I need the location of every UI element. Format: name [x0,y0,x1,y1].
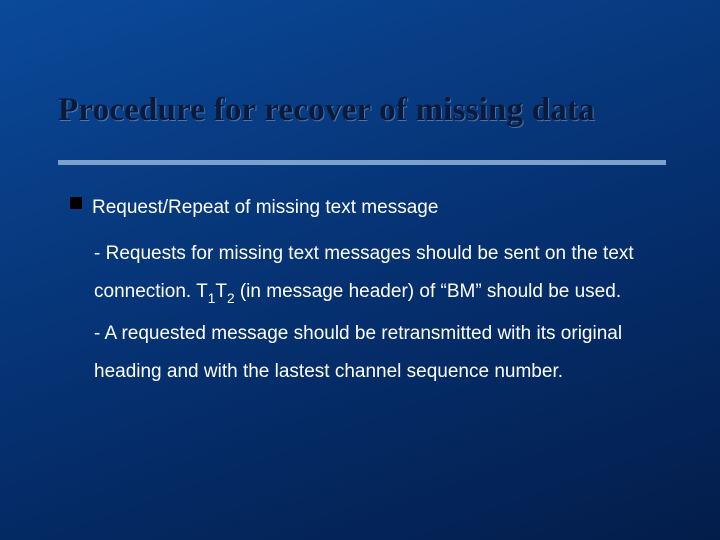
slide-content: Request/Repeat of missing text message ‐… [70,190,660,395]
para1-text-mid: T [215,281,227,302]
title-underline [58,160,666,165]
slide-title: Procedure for recover of missing data [58,92,680,129]
subscript-2: 2 [227,291,235,306]
sub-paragraph-1: ‐ Requests for missing text messages sho… [94,235,660,311]
bullet-item: Request/Repeat of missing text message [70,190,660,225]
sub-paragraph-2: ‐ A requested message should be retransm… [94,315,660,391]
slide: Procedure for recover of missing data Re… [0,0,720,540]
bullet-body: ‐ Requests for missing text messages sho… [94,235,660,391]
para1-text-post: (in message header) of “BM” should be us… [235,281,622,302]
bullet-heading: Request/Repeat of missing text message [92,190,438,225]
square-bullet-icon [70,197,82,209]
subscript-1: 1 [208,291,216,306]
